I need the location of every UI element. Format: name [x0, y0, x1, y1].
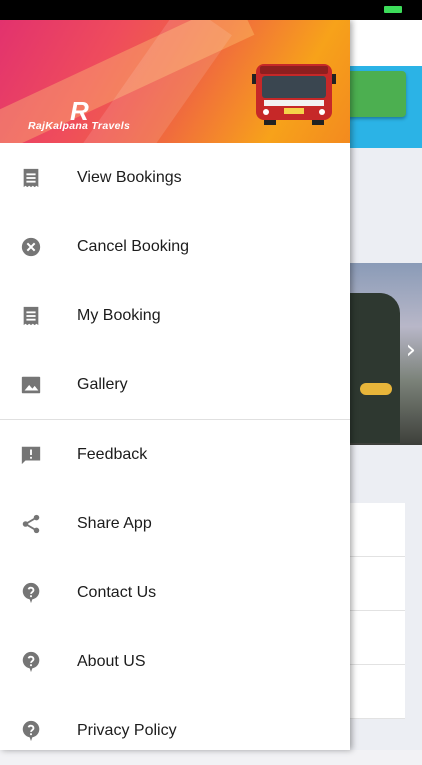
help-bubble-icon — [22, 720, 40, 742]
menu-item-label: View Bookings — [77, 169, 182, 186]
navigation-drawer: R RajKalpana Travels View Bookings Cance… — [0, 20, 350, 750]
menu-item-feedback[interactable]: Feedback — [0, 420, 350, 489]
drawer-header: R RajKalpana Travels — [0, 20, 350, 143]
menu-item-label: Share App — [77, 515, 152, 532]
background-gallery-slider: › — [350, 263, 422, 445]
brand-name: RajKalpana Travels — [28, 120, 131, 132]
background-card — [350, 557, 405, 611]
menu-item-view-bookings[interactable]: View Bookings — [0, 143, 350, 212]
menu-item-label: Contact Us — [77, 584, 157, 601]
menu-item-label: Privacy Policy — [77, 722, 177, 739]
background-card — [350, 665, 405, 719]
menu-item-about-us[interactable]: About US — [0, 627, 350, 696]
menu-item-label: Cancel Booking — [77, 238, 190, 255]
drawer-menu-bottom: Feedback Share App Contact Us About US P… — [0, 420, 350, 765]
bus-photo — [350, 293, 400, 443]
menu-item-gallery[interactable]: Gallery — [0, 350, 350, 419]
status-bar — [0, 0, 422, 20]
background-app-bar — [350, 20, 422, 66]
background-card — [350, 503, 405, 557]
background-card — [350, 611, 405, 665]
feedback-icon — [21, 446, 41, 465]
menu-item-privacy-policy[interactable]: Privacy Policy — [0, 696, 350, 765]
image-icon — [21, 376, 41, 394]
menu-item-label: Gallery — [77, 376, 128, 393]
drawer-menu-top: View Bookings Cancel Booking My Booking … — [0, 143, 350, 419]
menu-item-label: Feedback — [77, 446, 148, 463]
bus-headlight — [360, 383, 392, 395]
receipt-icon — [23, 168, 39, 188]
share-icon — [22, 514, 40, 534]
chevron-right-icon: › — [405, 335, 416, 365]
background-section — [350, 148, 422, 263]
receipt-icon — [23, 306, 39, 326]
menu-item-label: About US — [77, 653, 146, 670]
menu-item-label: My Booking — [77, 307, 161, 324]
help-bubble-icon — [22, 582, 40, 604]
help-bubble-icon — [22, 651, 40, 673]
bus-icon — [252, 64, 336, 125]
cancel-icon — [21, 237, 41, 257]
menu-item-share-app[interactable]: Share App — [0, 489, 350, 558]
battery-icon — [384, 6, 402, 13]
menu-item-contact-us[interactable]: Contact Us — [0, 558, 350, 627]
menu-item-my-booking[interactable]: My Booking — [0, 281, 350, 350]
menu-item-cancel-booking[interactable]: Cancel Booking — [0, 212, 350, 281]
